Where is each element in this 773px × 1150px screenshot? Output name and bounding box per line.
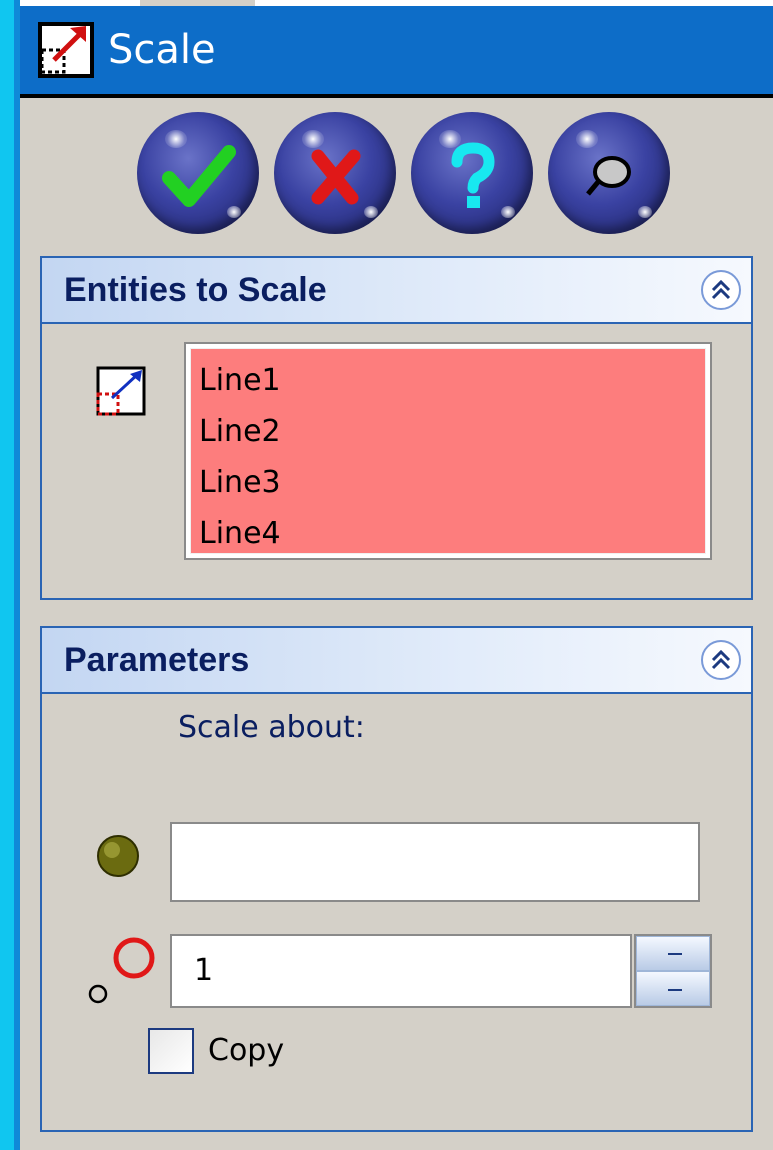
scale-factor-spinner [634, 934, 712, 1008]
spin-up-button[interactable] [636, 936, 710, 971]
entities-panel-header[interactable]: Entities to Scale [42, 258, 751, 324]
spin-down-button[interactable] [636, 971, 710, 1006]
parameters-panel-header[interactable]: Parameters [42, 628, 751, 694]
question-icon [451, 142, 495, 208]
left-edge-strip [0, 0, 14, 1150]
cancel-button[interactable] [274, 112, 396, 234]
collapse-parameters-button[interactable] [701, 640, 741, 680]
scale-about-label: Scale about: [178, 710, 365, 745]
pin-button[interactable] [548, 112, 670, 234]
window-title: Scale [108, 27, 216, 73]
ok-button[interactable] [137, 112, 259, 234]
list-item[interactable]: Line2 [199, 406, 697, 457]
entities-panel-title: Entities to Scale [64, 271, 327, 309]
checkmark-icon [162, 145, 236, 207]
entities-panel: Entities to Scale Line1 Line2 Line3 Line… [40, 256, 753, 600]
point-icon [97, 835, 139, 877]
scale-point-field[interactable] [170, 822, 700, 902]
list-item[interactable]: Line3 [199, 457, 697, 508]
copy-label: Copy [208, 1033, 285, 1068]
scale-icon [38, 22, 94, 78]
collapse-entities-button[interactable] [701, 270, 741, 310]
scale-selection-icon [96, 366, 146, 416]
scale-factor-icon [88, 937, 155, 1004]
left-edge-strip-dark [14, 0, 20, 1150]
pushpin-icon [586, 156, 631, 196]
list-item[interactable]: Line1 [199, 355, 697, 406]
scale-factor-input[interactable]: 1 [170, 934, 632, 1008]
parameters-panel-title: Parameters [64, 641, 250, 679]
entities-list: Line1 Line2 Line3 Line4 [190, 348, 706, 554]
title-bar: Scale [20, 6, 773, 98]
list-item[interactable]: Line4 [199, 508, 697, 559]
x-icon [311, 149, 361, 205]
help-button[interactable] [411, 112, 533, 234]
entities-listbox[interactable]: Line1 Line2 Line3 Line4 [184, 342, 712, 560]
parameters-panel: Parameters Scale about: 1 Copy [40, 626, 753, 1132]
copy-checkbox[interactable] [148, 1028, 194, 1074]
double-chevron-up-icon [711, 649, 731, 670]
double-chevron-up-icon [711, 279, 731, 300]
